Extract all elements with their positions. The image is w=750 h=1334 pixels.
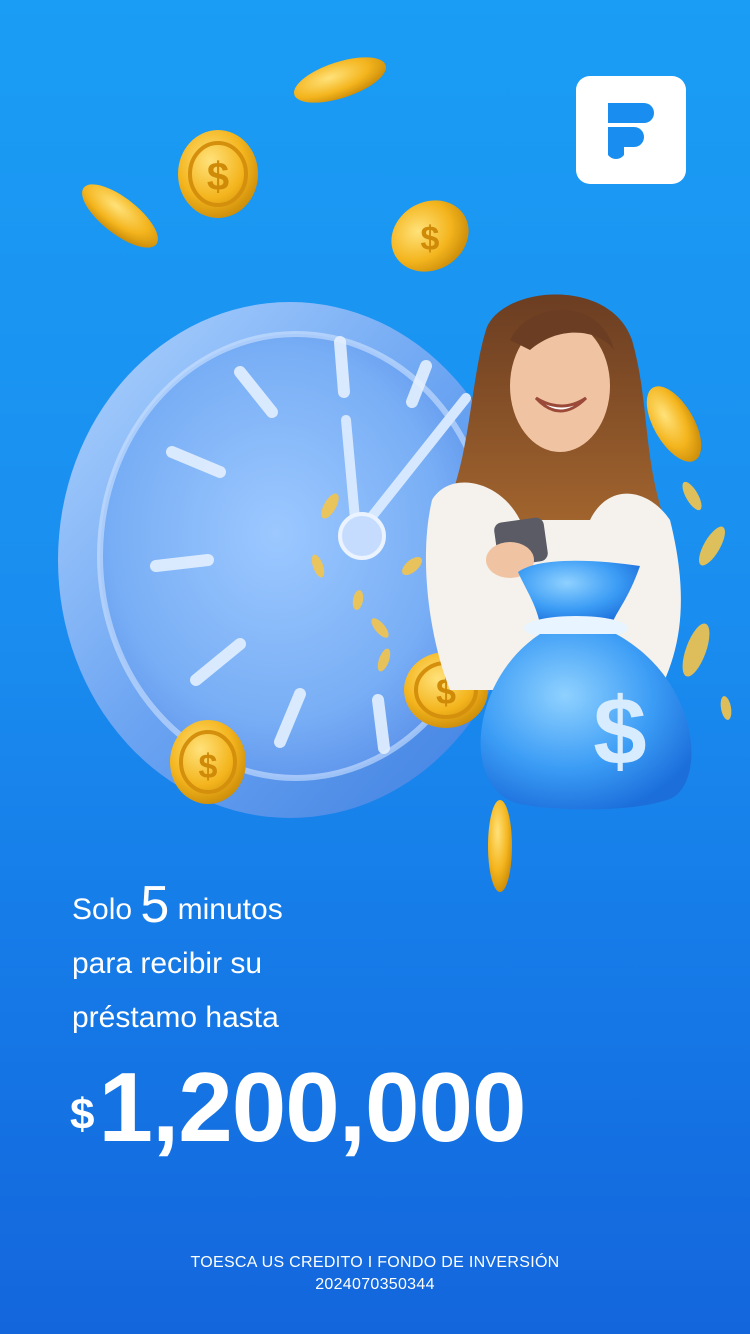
headline-suffix: minutos	[177, 893, 283, 926]
coin-icon: $	[178, 130, 258, 218]
coin-icon	[82, 184, 158, 248]
footer: TOESCA US CREDITO I FONDO DE INVERSIÓN 2…	[0, 1252, 750, 1296]
footer-company: TOESCA US CREDITO I FONDO DE INVERSIÓN	[190, 1254, 560, 1271]
footer-registration: 2024070350344	[315, 1276, 435, 1293]
app-logo	[576, 76, 686, 184]
brand-f-icon	[608, 103, 654, 159]
svg-text:$: $	[207, 155, 229, 199]
coin-icon	[294, 57, 386, 103]
currency-symbol: $	[70, 1090, 95, 1139]
amount-value: 1,200,000	[98, 1052, 526, 1162]
headline: Solo 5 minutos para recibir su préstamo …	[72, 878, 672, 1045]
svg-text:$: $	[421, 220, 440, 258]
headline-minutes-number: 5	[140, 876, 170, 934]
headline-prefix: Solo	[72, 893, 133, 926]
headline-line-3: préstamo hasta	[72, 1001, 279, 1034]
coin-icon: $	[391, 200, 469, 272]
coin-icon: $	[170, 720, 246, 804]
headline-line-1: Solo 5 minutos	[72, 878, 672, 937]
svg-text:$: $	[593, 678, 646, 785]
headline-line-2: para recibir su	[72, 947, 263, 980]
loan-amount: $ 1,200,000	[70, 1052, 526, 1162]
svg-text:$: $	[199, 748, 218, 786]
